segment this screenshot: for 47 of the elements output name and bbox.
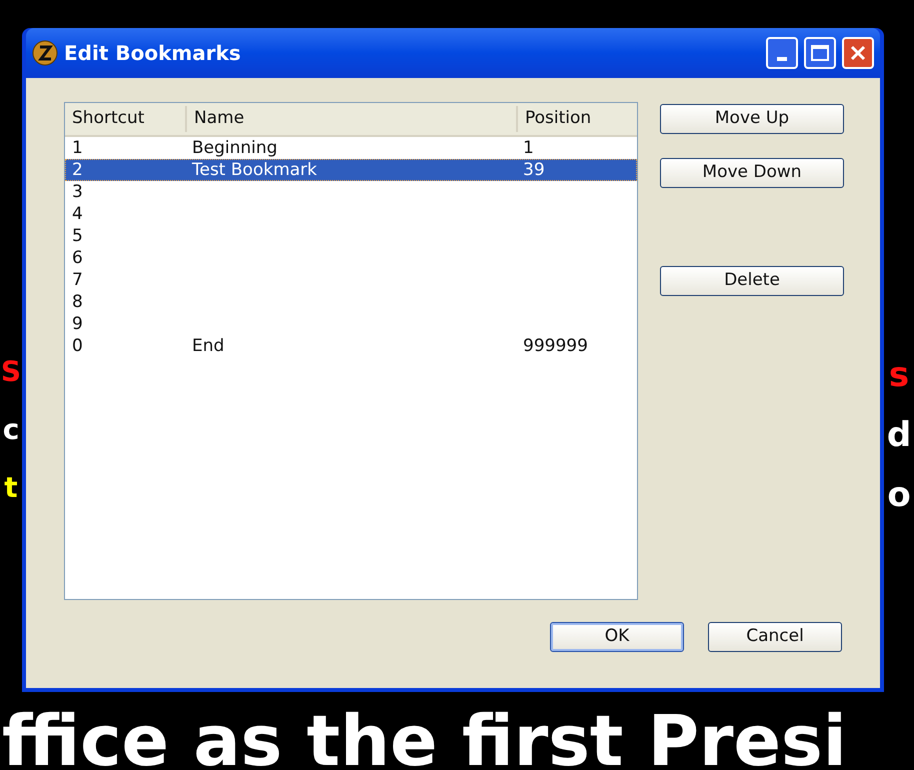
- list-cell: 8: [72, 292, 83, 312]
- list-cell: 9: [72, 314, 83, 334]
- list-row[interactable]: 2 Test Bookmark 39: [65, 159, 637, 181]
- list-cell: 999999: [523, 336, 588, 356]
- dialog-button[interactable]: OK: [550, 622, 684, 652]
- list-cell: 4: [72, 204, 83, 224]
- list-row[interactable]: 3: [65, 181, 637, 203]
- list-row[interactable]: 7: [65, 269, 637, 291]
- list-row[interactable]: 6: [65, 247, 637, 269]
- maximize-button[interactable]: [804, 37, 836, 69]
- dialog-button[interactable]: Move Down: [660, 158, 844, 188]
- list-cell: 2: [72, 160, 83, 180]
- column-header[interactable]: Position: [525, 106, 592, 132]
- close-button[interactable]: [842, 37, 874, 69]
- dialog-button[interactable]: Move Up: [660, 104, 844, 134]
- app-logo-icon: [32, 40, 58, 66]
- list-cell: 7: [72, 270, 83, 290]
- list-row[interactable]: 8: [65, 291, 637, 313]
- background-text: d: [886, 418, 912, 452]
- close-icon: [849, 44, 867, 62]
- list-cell: 5: [72, 226, 83, 246]
- background-text: S: [0, 358, 22, 386]
- background-text: ffice as the first Presi: [1, 706, 847, 770]
- list-cell: Test Bookmark: [192, 160, 318, 180]
- column-header[interactable]: Shortcut: [72, 106, 144, 132]
- list-cell: 6: [72, 248, 83, 268]
- minimize-button[interactable]: [766, 37, 798, 69]
- list-row[interactable]: 1 Beginning 1: [65, 137, 637, 159]
- list-row[interactable]: 9: [65, 313, 637, 335]
- background-text: t: [4, 474, 18, 502]
- window-title: Edit Bookmarks: [64, 40, 242, 67]
- list-cell: 0: [72, 336, 83, 356]
- list-cell: 1: [523, 138, 534, 158]
- list-cell: 3: [72, 182, 83, 202]
- background-text: o: [887, 478, 911, 512]
- background-text: s: [888, 358, 910, 392]
- list-cell: End: [192, 336, 224, 356]
- list-row[interactable]: 4: [65, 203, 637, 225]
- background-text: c: [2, 416, 20, 444]
- list-cell: 39: [523, 160, 545, 180]
- dialog-button[interactable]: Cancel: [708, 622, 842, 652]
- list-row[interactable]: 5: [65, 225, 637, 247]
- list-cell: 1: [72, 138, 83, 158]
- list-cell: Beginning: [192, 138, 278, 158]
- column-header[interactable]: Name: [194, 106, 244, 132]
- dialog-button[interactable]: Delete: [660, 266, 844, 296]
- list-row[interactable]: 0 End 999999: [65, 335, 637, 357]
